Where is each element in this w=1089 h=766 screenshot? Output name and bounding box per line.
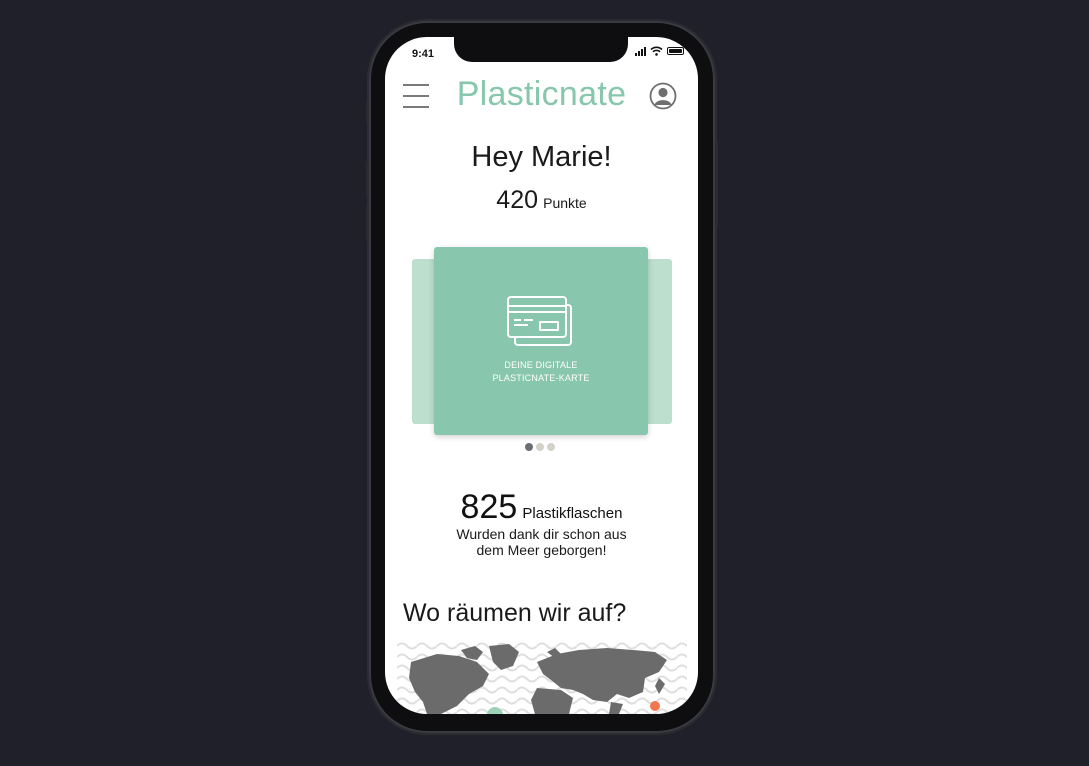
carousel-dots: [525, 443, 555, 451]
status-time: 9:41: [412, 48, 435, 60]
stage: 9:41 Plasticnate Hey Marie! 420 Punkte D…: [0, 0, 1089, 766]
points-display: 420 Punkte: [385, 186, 698, 215]
card-caption: DEINE DIGITALE PLASTICNATE-KARTE: [434, 359, 648, 385]
bottles-description-line1: Wurden dank dir schon aus: [456, 526, 627, 542]
screen: 9:41 Plasticnate Hey Marie! 420 Punkte D…: [385, 37, 698, 714]
carousel-dot[interactable]: [536, 443, 544, 451]
map-section-title: Wo räumen wir auf?: [403, 599, 627, 627]
status-icons: [635, 46, 684, 56]
bottles-value: 825: [460, 488, 518, 526]
signal-icon: [635, 46, 646, 56]
card-icon: [507, 296, 572, 346]
greeting-heading: Hey Marie!: [471, 141, 612, 173]
digital-card[interactable]: DEINE DIGITALE PLASTICNATE-KARTE: [434, 247, 648, 435]
bottles-label: Plastikflaschen: [522, 505, 623, 522]
notch: [454, 37, 628, 62]
carousel-dot[interactable]: [547, 443, 555, 451]
volume-up-button: [366, 161, 369, 197]
wifi-icon: [650, 46, 663, 56]
battery-icon: [667, 47, 684, 55]
bottles-description-line2: dem Meer geborgen!: [476, 542, 607, 558]
profile-icon[interactable]: [649, 82, 677, 110]
power-button: [715, 141, 718, 227]
world-map[interactable]: [397, 640, 687, 714]
carousel-dot[interactable]: [525, 443, 533, 451]
points-label: Punkte: [543, 195, 587, 211]
bottles-description: Wurden dank dir schon aus dem Meer gebor…: [385, 526, 698, 558]
card-caption-line1: DEINE DIGITALE: [504, 360, 578, 370]
card-caption-line2: PLASTICNATE-KARTE: [492, 373, 590, 383]
phone-frame: 9:41 Plasticnate Hey Marie! 420 Punkte D…: [366, 21, 718, 733]
points-value: 420: [496, 186, 539, 214]
volume-down-button: [366, 205, 369, 241]
bottles-count: 825 Plastikflaschen: [385, 488, 698, 527]
silent-switch: [366, 101, 369, 123]
